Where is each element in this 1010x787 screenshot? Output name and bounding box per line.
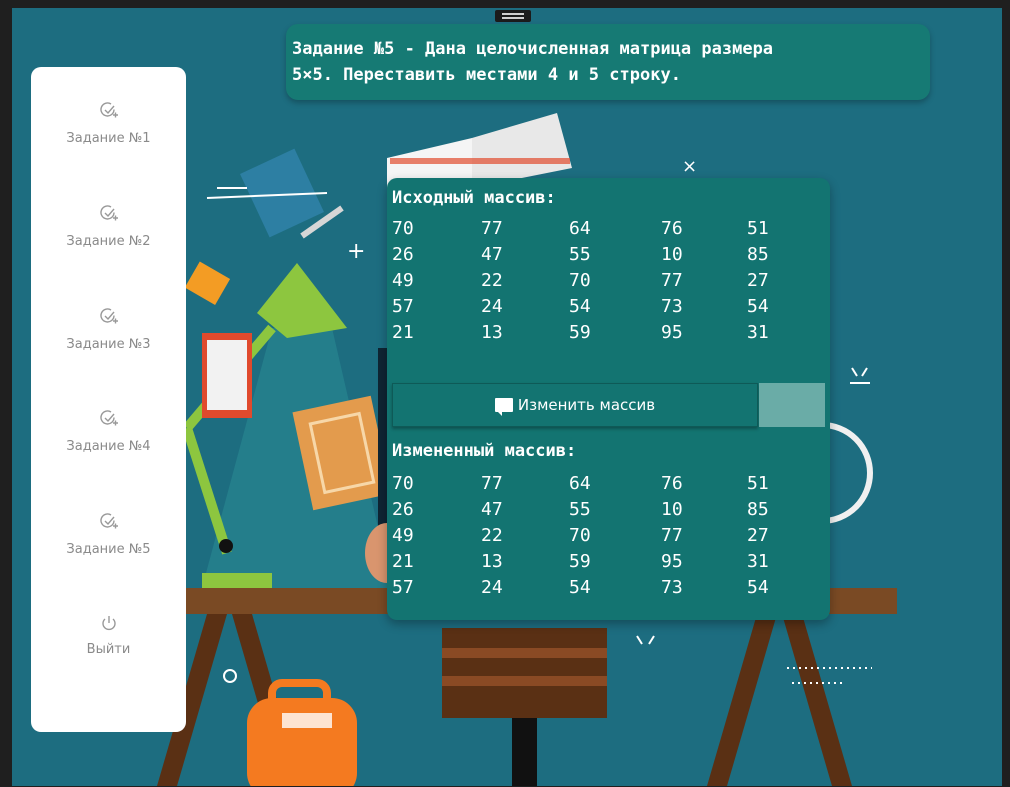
logout-label: Выйти (86, 642, 131, 657)
matrix-cell: 95 (661, 551, 683, 572)
matrix-cell: 27 (747, 525, 769, 546)
matrix-cell: 10 (661, 244, 683, 265)
matrix-cell: 27 (747, 270, 769, 291)
matrix-cell: 73 (661, 296, 683, 317)
matrix-cell: 64 (569, 473, 591, 494)
sidebar-item-task-3[interactable]: Задание №3 (31, 307, 186, 352)
matrix-row: 49 22 70 77 27 (392, 268, 812, 294)
sidebar-item-label: Задание №1 (66, 131, 151, 146)
change-matrix-button[interactable]: Изменить массив (392, 383, 758, 427)
matrix-cell: 77 (661, 270, 683, 291)
matrix-cell: 76 (661, 473, 683, 494)
matrix-row: 26 47 55 10 85 (392, 497, 812, 523)
svg-text:+: + (347, 239, 365, 264)
matrix-cell: 95 (661, 322, 683, 343)
matrix-cell: 22 (481, 270, 503, 291)
matrix-cell: 77 (481, 218, 503, 239)
matrix-cell: 77 (661, 525, 683, 546)
sidebar-item-task-4[interactable]: Задание №4 (31, 409, 186, 454)
matrix-cell: 77 (481, 473, 503, 494)
matrix-cell: 51 (747, 473, 769, 494)
matrix-cell: 21 (392, 322, 414, 343)
sidebar: Задание №1 Задание №2 Задание №3 Задание… (31, 67, 186, 732)
matrix-cell: 47 (481, 244, 503, 265)
check-plus-icon (99, 102, 118, 118)
matrix-cell: 13 (481, 322, 503, 343)
matrix-row: 70 77 64 76 51 (392, 216, 812, 242)
matrix-cell: 57 (392, 577, 414, 598)
matrix-cell: 26 (392, 244, 414, 265)
matrix-cell: 59 (569, 322, 591, 343)
matrix-cell: 70 (392, 218, 414, 239)
matrix-row: 70 77 64 76 51 (392, 471, 812, 497)
matrix-row: 21 13 59 95 31 (392, 320, 812, 346)
source-matrix: 70 77 64 76 51 26 47 55 10 85 49 22 70 77 27 57 24 54 73 54… (392, 216, 812, 346)
result-matrix-title: Измененный массив: (392, 441, 577, 461)
sidebar-item-label: Задание №5 (66, 542, 151, 557)
check-plus-icon (99, 308, 118, 324)
matrix-cell: 22 (481, 525, 503, 546)
svg-text:×: × (682, 156, 697, 177)
matrix-cell: 55 (569, 244, 591, 265)
window-drag-handle[interactable] (495, 10, 531, 22)
sidebar-item-label: Задание №2 (66, 234, 151, 249)
matrix-row: 26 47 55 10 85 (392, 242, 812, 268)
matrix-cell: 21 (392, 551, 414, 572)
matrix-cell: 26 (392, 499, 414, 520)
task-title: Задание №5 - Дана целочисленная матрица … (292, 36, 922, 88)
matrix-cell: 54 (569, 296, 591, 317)
matrix-cell: 70 (392, 473, 414, 494)
matrix-cell: 54 (747, 577, 769, 598)
matrix-row: 21 13 59 95 31 (392, 549, 812, 575)
matrix-cell: 31 (747, 322, 769, 343)
task-header: Задание №5 - Дана целочисленная матрица … (286, 24, 930, 100)
sidebar-item-label: Задание №3 (66, 337, 151, 352)
result-matrix: 70 77 64 76 51 26 47 55 10 85 49 22 70 77 27 21 13 59 95 31… (392, 471, 812, 601)
sidebar-item-task-2[interactable]: Задание №2 (31, 204, 186, 249)
matrix-cell: 57 (392, 296, 414, 317)
check-plus-icon (99, 205, 118, 221)
matrix-cell: 59 (569, 551, 591, 572)
task-title-line-2: 5×5. Переставить местами 4 и 5 строку. (292, 65, 681, 85)
comment-icon (494, 398, 513, 416)
matrix-cell: 51 (747, 218, 769, 239)
secondary-action-button[interactable] (759, 383, 825, 427)
sidebar-item-task-5[interactable]: Задание №5 (31, 512, 186, 557)
task-title-line-1: Задание №5 - Дана целочисленная матрица … (292, 39, 774, 59)
matrix-cell: 76 (661, 218, 683, 239)
matrix-cell: 64 (569, 218, 591, 239)
matrix-cell: 70 (569, 525, 591, 546)
matrix-cell: 24 (481, 577, 503, 598)
matrix-panel: Исходный массив: 70 77 64 76 51 26 47 55 10 85 49 2… (387, 178, 830, 620)
matrix-cell: 10 (661, 499, 683, 520)
matrix-cell: 47 (481, 499, 503, 520)
matrix-cell: 85 (747, 244, 769, 265)
matrix-cell: 49 (392, 525, 414, 546)
source-matrix-title: Исходный массив: (392, 188, 556, 208)
sidebar-item-label: Задание №4 (66, 439, 151, 454)
matrix-row: 57 24 54 73 54 (392, 575, 812, 601)
matrix-cell: 54 (747, 296, 769, 317)
matrix-cell: 55 (569, 499, 591, 520)
matrix-row: 57 24 54 73 54 (392, 294, 812, 320)
matrix-row: 49 22 70 77 27 (392, 523, 812, 549)
check-plus-icon (99, 410, 118, 426)
sidebar-item-task-1[interactable]: Задание №1 (31, 101, 186, 146)
matrix-cell: 49 (392, 270, 414, 291)
matrix-cell: 31 (747, 551, 769, 572)
matrix-cell: 85 (747, 499, 769, 520)
logout-button[interactable]: Выйти (31, 614, 186, 657)
power-icon (101, 616, 116, 631)
check-plus-icon (99, 513, 118, 529)
matrix-cell: 73 (661, 577, 683, 598)
matrix-cell: 24 (481, 296, 503, 317)
matrix-cell: 54 (569, 577, 591, 598)
change-matrix-label: Изменить массив (517, 396, 656, 414)
matrix-cell: 70 (569, 270, 591, 291)
matrix-cell: 13 (481, 551, 503, 572)
